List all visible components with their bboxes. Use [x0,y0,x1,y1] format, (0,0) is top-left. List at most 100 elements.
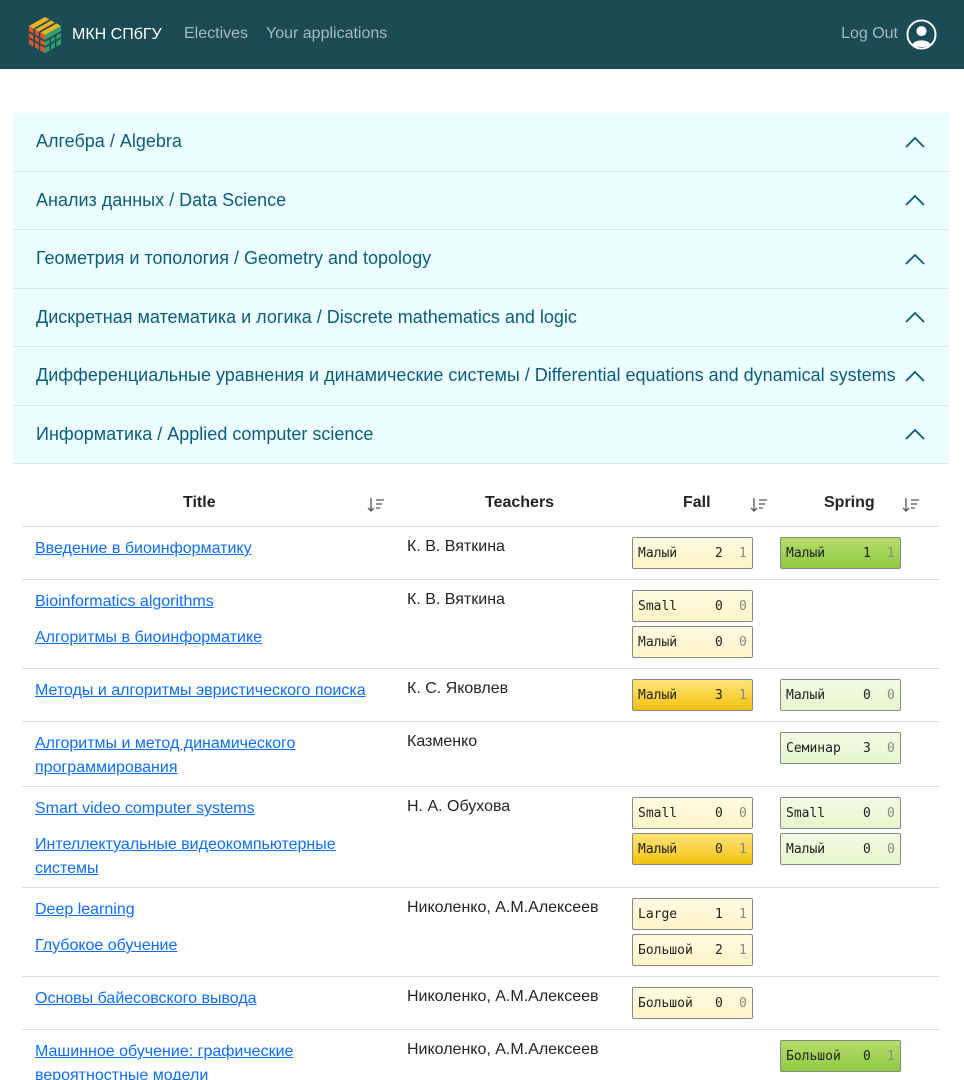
teachers-cell: Казменко [407,733,478,750]
accordion-item[interactable]: Информатика / Applied computer science [13,405,949,464]
spring-slot-badge[interactable]: Малый 0 0 [780,679,901,711]
slot-label: Small [638,598,678,614]
fall-slot-badge[interactable]: Малый 0 1 [632,833,753,865]
spring-cell: Большой 0 1 [780,1040,901,1076]
table-row: Deep learning Глубокое обучение Николенко,… [22,888,940,977]
accordion-title: Дискретная математика и логика / Discret… [36,306,577,327]
accordion-title: Геометрия и топология / Geometry and top… [36,248,432,269]
table-row: Bioinformatics algorithms Алгоритмы в био… [22,580,940,669]
title-cell: Введение в биоинформатику [35,537,380,573]
chevron-up-icon [905,194,925,206]
accordion-item[interactable]: Дискретная математика и логика / Discret… [13,288,949,347]
table-row: Основы байесовского вывода Николенко, А.М… [22,977,940,1030]
slot-label: Small [638,805,678,821]
fall-cell: Small 0 0 Малый 0 1 [632,797,753,869]
accordion-item[interactable]: Дифференциальные уравнения и динамически… [13,347,949,406]
fall-slot-badge[interactable]: Large 1 1 [632,898,753,930]
slot-label: Small [786,805,826,821]
slot-count: 0 [715,805,723,821]
cube-logo-icon [28,17,62,53]
slot-extra-count: 0 [887,805,895,821]
table-row: Методы и алгоритмы эвристического поиска… [22,669,940,722]
brand[interactable]: МКН СПбГУ [27,15,162,55]
course-link[interactable]: Алгоритмы и метод динамического программ… [35,732,380,780]
spring-slot-badge[interactable]: Малый 1 1 [780,537,901,569]
sort-descending-icon[interactable] [902,497,920,513]
table-row: Машинное обучение: графические вероятнос… [22,1030,940,1080]
fall-cell: Малый 2 1 [632,537,753,573]
slot-extra-count: 0 [739,598,747,614]
header-title: Title [183,494,216,511]
slot-label: Малый [786,545,826,561]
slot-label: Большой [786,1048,841,1064]
slot-extra-count: 0 [739,634,747,650]
logout-link[interactable]: Log Out [841,25,898,43]
title-cell: Машинное обучение: графические вероятнос… [35,1040,380,1080]
spring-slot-badge[interactable]: Малый 0 0 [780,833,901,865]
slot-label: Малый [786,841,826,857]
fall-slot-badge[interactable]: Малый 3 1 [632,679,753,711]
fall-cell: Большой 0 0 [632,987,753,1023]
top-navbar: МКН СПбГУ Electives Your applications Lo… [0,0,964,69]
user-circle-icon[interactable] [906,19,937,50]
slot-extra-count: 1 [739,942,747,958]
table-row: Алгоритмы и метод динамического программ… [22,722,940,787]
spring-cell: Малый 1 1 [780,537,901,573]
slot-count: 0 [863,841,871,857]
category-accordion: Алгебра / Algebra Анализ данных / Data Sc… [13,113,949,464]
fall-slot-badge[interactable]: Большой 2 1 [632,934,753,966]
accordion-item[interactable]: Геометрия и топология / Geometry and top… [13,230,949,289]
chevron-up-icon [905,311,925,323]
course-link[interactable]: Основы байесовского вывода [35,987,380,1011]
slot-count: 2 [715,942,723,958]
title-cell: Smart video computer systems Интеллектуал… [35,797,380,893]
course-link[interactable]: Введение в биоинформатику [35,537,380,561]
nav-your-applications[interactable]: Your applications [266,25,387,43]
teachers-cell: Николенко, А.М.Алексеев [407,988,599,1005]
slot-label: Large [638,906,678,922]
teachers-cell: К. В. Вяткина [407,538,505,555]
accordion-item[interactable]: Алгебра / Algebra [13,113,949,172]
spring-slot-badge[interactable]: Small 0 0 [780,797,901,829]
slot-label: Малый [638,841,678,857]
sort-descending-icon[interactable] [750,497,768,513]
nav-electives[interactable]: Electives [184,25,248,43]
slot-extra-count: 1 [739,545,747,561]
course-link[interactable]: Интеллектуальные видеокомпьютерные систе… [35,833,380,881]
header-teachers: Teachers [485,494,555,511]
accordion-item[interactable]: Анализ данных / Data Science [13,171,949,230]
fall-cell: Малый 3 1 [632,679,753,715]
course-link[interactable]: Методы и алгоритмы эвристического поиска [35,679,380,703]
slot-extra-count: 1 [887,1048,895,1064]
fall-slot-badge[interactable]: Small 0 0 [632,590,753,622]
fall-slot-badge[interactable]: Малый 2 1 [632,537,753,569]
spring-slot-badge[interactable]: Большой 0 1 [780,1040,901,1072]
slot-count: 0 [715,841,723,857]
course-link[interactable]: Глубокое обучение [35,934,380,958]
spring-cell: Small 0 0 Малый 0 0 [780,797,901,869]
course-link[interactable]: Машинное обучение: графические вероятнос… [35,1040,380,1080]
slot-count: 3 [715,687,723,703]
accordion-title: Алгебра / Algebra [36,131,182,152]
fall-cell: Small 0 0 Малый 0 0 [632,590,753,662]
accordion-title: Дифференциальные уравнения и динамически… [36,365,896,386]
fall-cell: Large 1 1 Большой 2 1 [632,898,753,970]
fall-slot-badge[interactable]: Большой 0 0 [632,987,753,1019]
course-link[interactable]: Deep learning [35,898,380,922]
course-link[interactable]: Алгоритмы в биоинформатике [35,626,380,650]
sort-descending-icon[interactable] [367,497,385,513]
slot-extra-count: 1 [887,545,895,561]
fall-slot-badge[interactable]: Small 0 0 [632,797,753,829]
slot-extra-count: 1 [739,687,747,703]
course-link[interactable]: Bioinformatics algorithms [35,590,380,614]
slot-extra-count: 1 [739,906,747,922]
fall-slot-badge[interactable]: Малый 0 0 [632,626,753,658]
slot-count: 2 [715,545,723,561]
course-link[interactable]: Smart video computer systems [35,797,380,821]
slot-label: Большой [638,942,693,958]
slot-label: Малый [786,687,826,703]
chevron-up-icon [905,136,925,148]
slot-extra-count: 0 [887,740,895,756]
spring-slot-badge[interactable]: Семинар 3 0 [780,732,901,764]
brand-name: МКН СПбГУ [72,26,162,43]
